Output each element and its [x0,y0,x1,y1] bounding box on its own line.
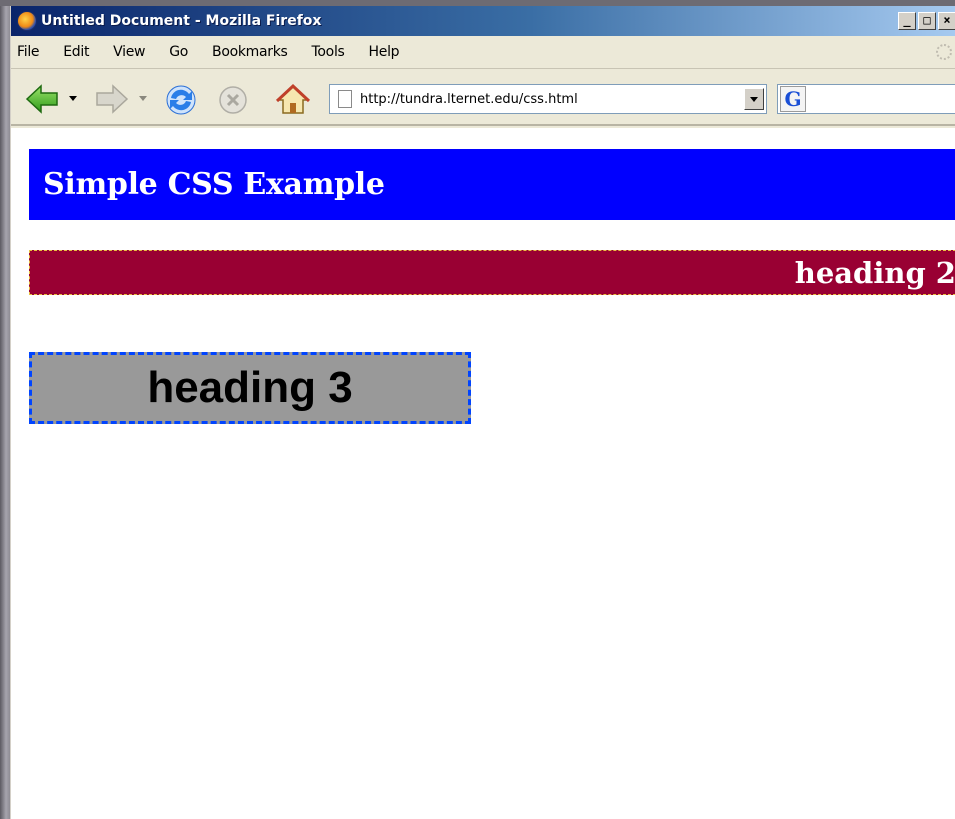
google-search-engine-icon[interactable]: G [780,86,806,112]
heading-2: heading 2 [29,250,955,295]
title-bar[interactable]: Untitled Document - Mozilla Firefox _ □ … [11,6,955,36]
browser-window: Untitled Document - Mozilla Firefox _ □ … [10,6,955,819]
throbber-icon [936,44,952,60]
menu-file[interactable]: File [17,44,40,60]
maximize-button[interactable]: □ [918,12,936,30]
menu-help[interactable]: Help [369,44,400,60]
window-controls: _ □ × [898,12,955,30]
stop-icon[interactable] [217,84,249,116]
forward-dropdown-icon[interactable] [139,96,147,102]
menu-go[interactable]: Go [169,44,188,60]
url-text[interactable]: http://tundra.lternet.edu/css.html [360,92,578,107]
firefox-logo-icon [17,11,37,31]
page-icon [338,90,352,108]
reload-icon[interactable] [163,82,199,118]
window-title: Untitled Document - Mozilla Firefox [41,13,322,29]
close-button[interactable]: × [938,12,955,30]
page-content: Simple CSS Example heading 2 heading 3 [11,128,955,819]
menu-bar: File Edit View Go Bookmarks Tools Help [11,36,955,69]
home-icon[interactable] [275,82,311,118]
menu-bookmarks[interactable]: Bookmarks [212,44,288,60]
heading-3: heading 3 [29,352,471,424]
menu-view[interactable]: View [113,44,145,60]
url-history-dropdown[interactable] [744,88,764,110]
search-bar[interactable]: G [777,84,955,114]
back-arrow-icon[interactable] [25,82,59,116]
forward-arrow-icon[interactable] [95,82,129,116]
back-dropdown-icon[interactable] [69,96,77,102]
desktop-background [0,0,10,819]
navigation-toolbar: http://tundra.lternet.edu/css.html G [11,70,955,126]
minimize-button[interactable]: _ [898,12,916,30]
address-bar[interactable]: http://tundra.lternet.edu/css.html [329,84,767,114]
menu-edit[interactable]: Edit [63,44,89,60]
menu-tools[interactable]: Tools [312,44,345,60]
heading-1: Simple CSS Example [29,149,955,220]
